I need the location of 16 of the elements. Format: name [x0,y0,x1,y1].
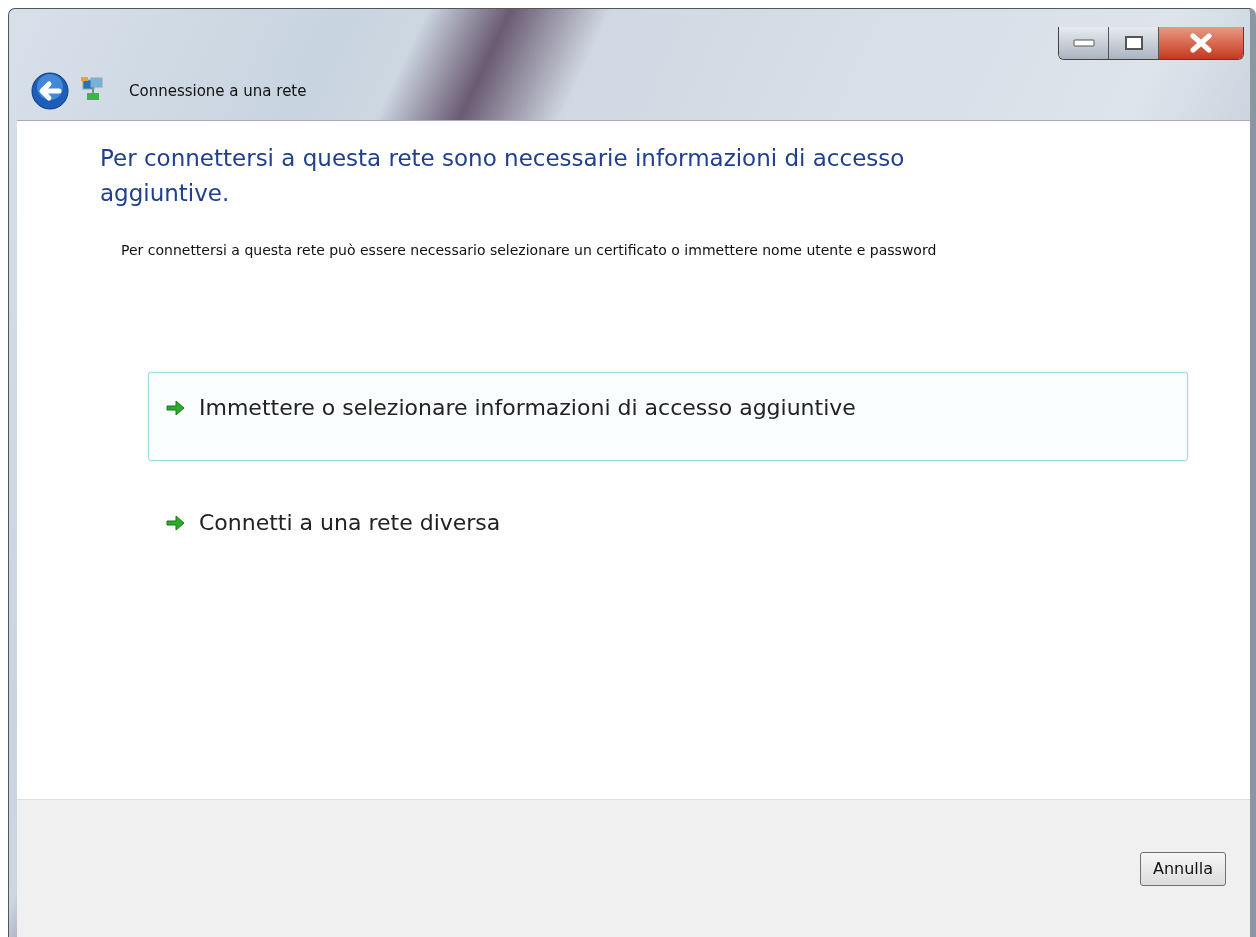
option-link[interactable]: Immettere o selezionare informazioni di accesso aggiuntive [148,371,1188,461]
arrow-icon [165,513,185,532]
cancel-button[interactable]: Annulla [1139,852,1226,886]
network-icon [81,76,105,102]
option-link[interactable]: Connetti a una rete diversa [148,486,1188,576]
arrow-icon [165,398,185,417]
description-text: Per connettersi a questa rete può essere necessario selezionare un certificato o immettere nome utente e password [121,241,938,260]
back-icon[interactable] [31,72,69,110]
close-button[interactable] [1159,27,1243,59]
minimize-button[interactable] [1059,27,1109,59]
dialog-heading: Per connettersi a questa rete sono necessarie informazioni di accesso aggiuntive. [100,144,906,208]
maximize-button[interactable] [1109,27,1159,59]
close-icon [1189,33,1213,53]
maximize-icon [1123,35,1144,51]
minimize-icon [1072,39,1095,47]
window-title: Connessione a una rete [129,80,307,102]
